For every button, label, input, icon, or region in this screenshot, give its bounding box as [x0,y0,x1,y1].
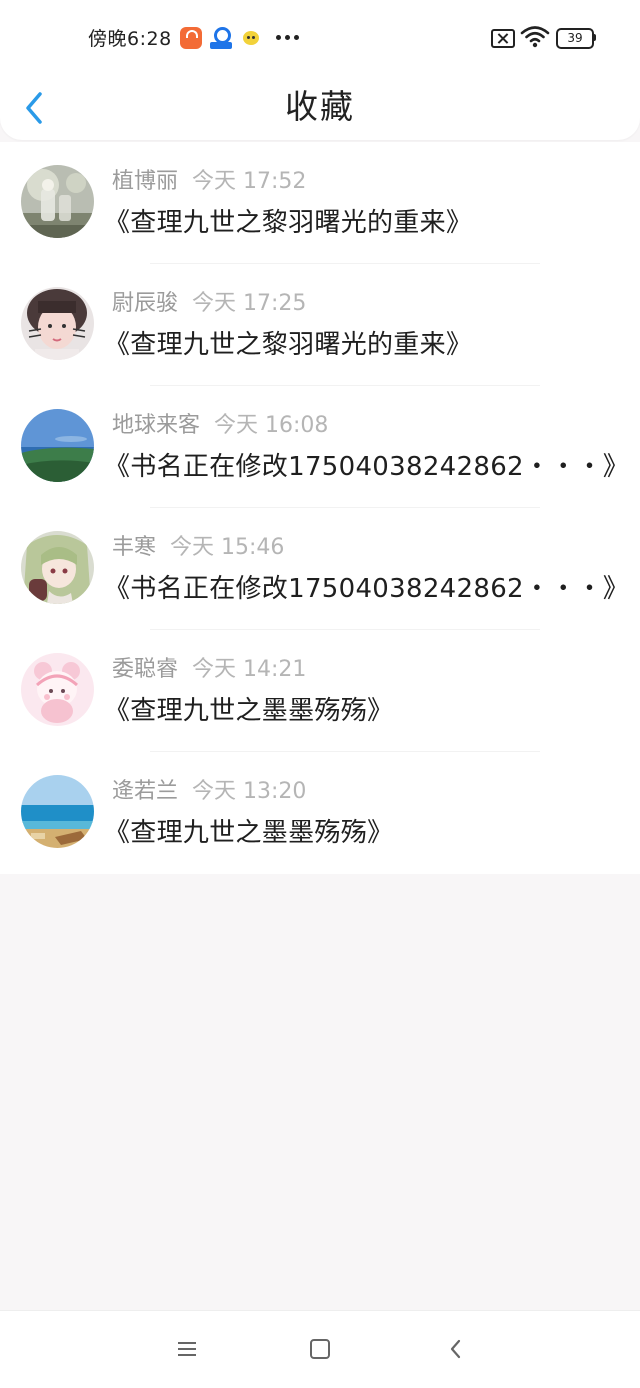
timestamp: 今天 14:21 [192,657,307,682]
item-meta: 逄若兰 今天 13:20 [112,777,306,807]
list-item[interactable]: 丰寒 今天 15:46 《书名正在修改17504038242862・・・》 [0,508,640,630]
item-meta: 植博丽 今天 17:52 [112,167,306,197]
system-nav-bar [0,1310,640,1388]
back-icon[interactable] [444,1335,468,1363]
timestamp: 今天 17:52 [192,169,307,194]
sim-off-icon [491,29,515,48]
status-time: 傍晚6:28 [88,28,172,50]
book-title[interactable]: 《书名正在修改17504038242862・・・》 [104,448,629,486]
item-meta: 尉辰骏 今天 17:25 [112,289,306,319]
timestamp: 今天 15:46 [170,535,285,560]
list-item[interactable]: 地球来客 今天 16:08 《书名正在修改17504038242862・・・》 [0,386,640,508]
hello-app-icon [210,27,232,49]
item-meta: 地球来客 今天 16:08 [112,411,328,441]
username: 尉辰骏 [112,291,179,316]
avatar[interactable] [21,409,94,482]
book-title[interactable]: 《查理九世之黎羽曙光的重来》 [104,326,472,364]
favorites-list: 植博丽 今天 17:52 《查理九世之黎羽曙光的重来》 尉辰骏 今天 17:25 《… [0,142,640,874]
avatar[interactable] [21,775,94,848]
avatar[interactable] [21,653,94,726]
timestamp: 今天 17:25 [192,291,307,316]
username: 地球来客 [112,413,201,438]
app-header: 傍晚6:28 39 收藏 [0,0,640,140]
page-title: 收藏 [285,87,355,126]
avatar[interactable] [21,531,94,604]
avatar[interactable] [21,287,94,360]
shopping-bag-icon [180,27,202,49]
menu-icon[interactable] [176,1339,200,1359]
username: 丰寒 [112,535,157,560]
battery-level: 39 [567,31,583,45]
username: 植博丽 [112,169,179,194]
battery-icon: 39 [556,28,594,49]
item-meta: 丰寒 今天 15:46 [112,533,284,563]
username: 逄若兰 [112,779,179,804]
book-title[interactable]: 《查理九世之黎羽曙光的重来》 [104,204,472,242]
list-item[interactable]: 委聪睿 今天 14:21 《查理九世之墨墨殇殇》 [0,630,640,752]
smiley-face-icon [240,27,262,49]
timestamp: 今天 16:08 [214,413,329,438]
book-title[interactable]: 《查理九世之墨墨殇殇》 [104,814,393,852]
chevron-left-icon [26,92,42,124]
back-button[interactable] [18,86,54,130]
timestamp: 今天 13:20 [192,779,307,804]
home-icon[interactable] [310,1339,330,1359]
list-item[interactable]: 尉辰骏 今天 17:25 《查理九世之黎羽曙光的重来》 [0,264,640,386]
username: 委聪睿 [112,657,179,682]
more-dots-icon [276,35,302,41]
list-item[interactable]: 植博丽 今天 17:52 《查理九世之黎羽曙光的重来》 [0,142,640,264]
battery-tip [593,34,596,41]
item-meta: 委聪睿 今天 14:21 [112,655,306,685]
list-item[interactable]: 逄若兰 今天 13:20 《查理九世之墨墨殇殇》 [0,752,640,874]
avatar[interactable] [21,165,94,238]
wifi-icon [520,24,550,48]
status-bar: 傍晚6:28 39 [0,0,640,76]
book-title[interactable]: 《查理九世之墨墨殇殇》 [104,692,393,730]
book-title[interactable]: 《书名正在修改17504038242862・・・》 [104,570,629,608]
